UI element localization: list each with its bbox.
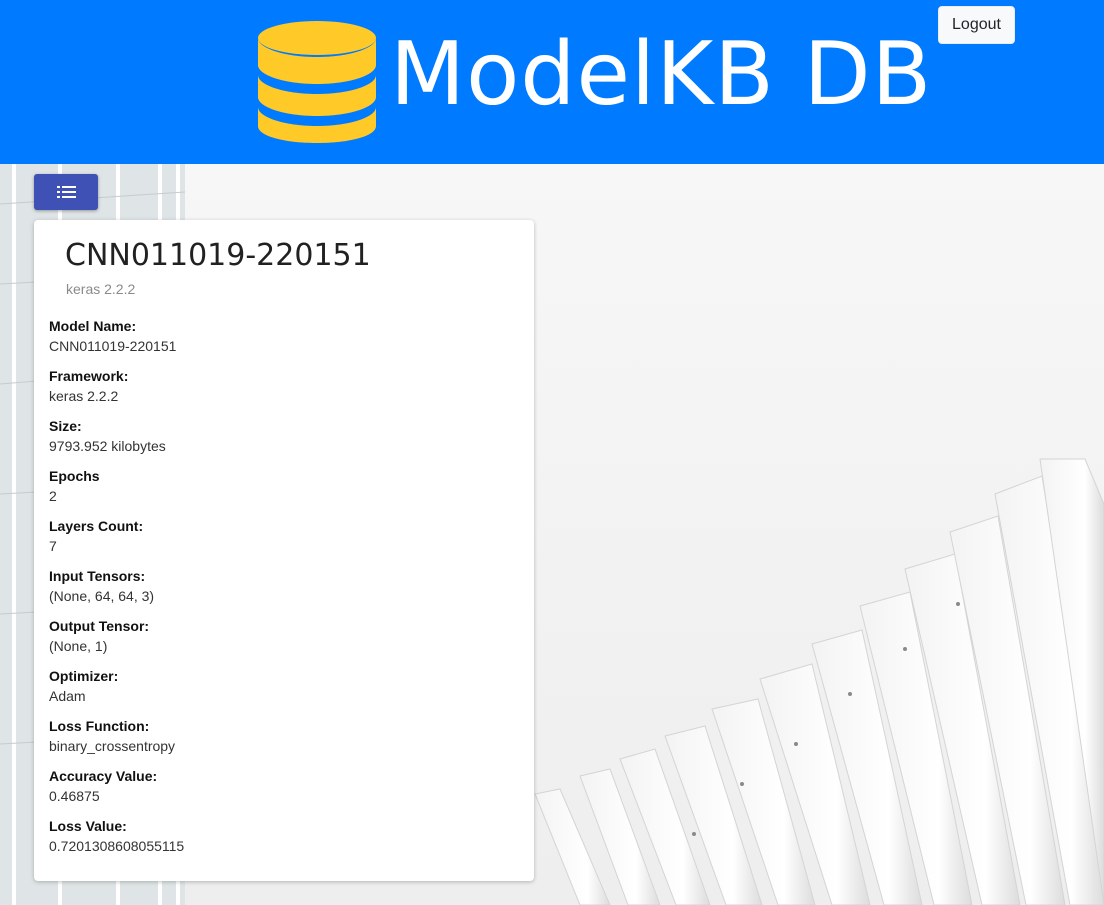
- field-label: Layers Count:: [49, 518, 144, 534]
- field-value: 2: [49, 488, 57, 504]
- field-value: keras 2.2.2: [49, 388, 119, 404]
- model-fields: Model Name: CNN011019-220151 Framework: …: [49, 316, 519, 866]
- field-label: Size:: [49, 418, 82, 434]
- field-label: Loss Function:: [49, 718, 150, 734]
- field-size: Size: 9793.952 kilobytes: [49, 416, 519, 466]
- field-value: CNN011019-220151: [49, 338, 177, 354]
- field-label: Optimizer:: [49, 668, 119, 684]
- field-value: binary_crossentropy: [49, 738, 176, 754]
- brand-title: ModelKB DB: [390, 23, 933, 125]
- field-value: 9793.952 kilobytes: [49, 438, 166, 454]
- database-icon: [258, 21, 376, 143]
- field-label: Accuracy Value:: [49, 768, 158, 784]
- field-accuracy-value: Accuracy Value: 0.46875: [49, 766, 519, 816]
- field-input-tensors: Input Tensors: (None, 64, 64, 3): [49, 566, 519, 616]
- field-value: 7: [49, 538, 57, 554]
- field-label: Epochs: [49, 468, 100, 484]
- field-output-tensor: Output Tensor: (None, 1): [49, 616, 519, 666]
- field-loss-value: Loss Value: 0.7201308608055115: [49, 816, 519, 866]
- field-value: 0.46875: [49, 788, 100, 804]
- field-value: 0.7201308608055115: [49, 838, 185, 854]
- field-optimizer: Optimizer: Adam: [49, 666, 519, 716]
- field-label: Output Tensor:: [49, 618, 150, 634]
- field-label: Loss Value:: [49, 818, 127, 834]
- field-value: (None, 1): [49, 638, 108, 654]
- field-epochs: Epochs 2: [49, 466, 519, 516]
- menu-toggle-button[interactable]: [34, 174, 98, 210]
- page: ModelKB DB Logout CNN011019-220151 keras…: [0, 0, 1104, 905]
- field-model-name: Model Name: CNN011019-220151: [49, 316, 519, 366]
- field-loss-function: Loss Function: binary_crossentropy: [49, 716, 519, 766]
- field-value: (None, 64, 64, 3): [49, 588, 155, 604]
- field-layers-count: Layers Count: 7: [49, 516, 519, 566]
- top-header: ModelKB DB Logout: [0, 0, 1104, 164]
- field-value: Adam: [49, 688, 86, 704]
- field-label: Input Tensors:: [49, 568, 146, 584]
- model-details-card: CNN011019-220151 keras 2.2.2 Model Name:…: [34, 220, 534, 881]
- logout-button[interactable]: Logout: [938, 6, 1015, 44]
- field-framework: Framework: keras 2.2.2: [49, 366, 519, 416]
- field-label: Framework:: [49, 368, 129, 384]
- card-subtitle: keras 2.2.2: [66, 281, 136, 297]
- field-label: Model Name:: [49, 318, 137, 334]
- card-title: CNN011019-220151: [65, 238, 371, 273]
- list-icon: [57, 186, 76, 198]
